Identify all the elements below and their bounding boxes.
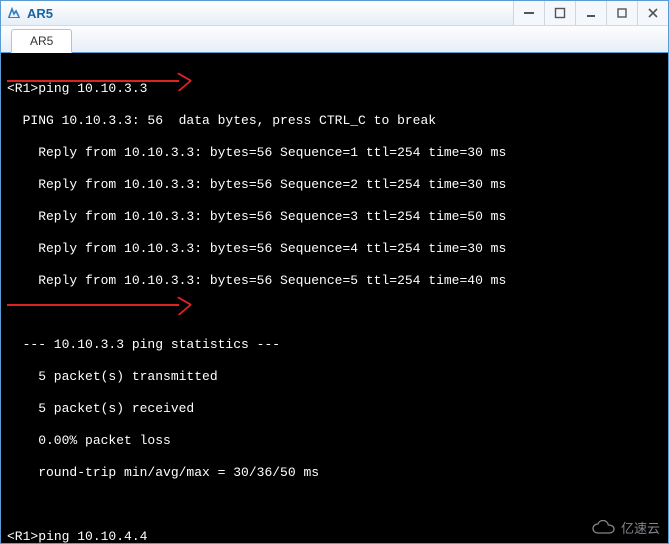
ping-reply: Reply from 10.10.3.3: bytes=56 Sequence=… bbox=[7, 241, 662, 257]
stats-line: 5 packet(s) received bbox=[7, 401, 662, 417]
terminal[interactable]: <R1>ping 10.10.3.3 PING 10.10.3.3: 56 da… bbox=[1, 53, 668, 543]
annotation-underline-2 bbox=[7, 304, 179, 306]
minimize-button[interactable] bbox=[575, 1, 606, 25]
tab-ar5[interactable]: AR5 bbox=[11, 29, 72, 53]
cmd-line: <R1>ping 10.10.3.3 bbox=[7, 81, 662, 97]
ping-reply: Reply from 10.10.3.3: bytes=56 Sequence=… bbox=[7, 177, 662, 193]
ping-reply: Reply from 10.10.3.3: bytes=56 Sequence=… bbox=[7, 145, 662, 161]
stats-line: 5 packet(s) transmitted bbox=[7, 369, 662, 385]
tab-label: AR5 bbox=[30, 34, 53, 48]
stats-header: --- 10.10.3.3 ping statistics --- bbox=[7, 337, 662, 353]
toolbar-button-2[interactable] bbox=[544, 1, 575, 25]
maximize-button[interactable] bbox=[606, 1, 637, 25]
app-window: AR5 AR5 <R1>ping 10.10.3.3 PING 10.10.3.… bbox=[0, 0, 669, 544]
ping-reply: Reply from 10.10.3.3: bytes=56 Sequence=… bbox=[7, 209, 662, 225]
tabstrip: AR5 bbox=[1, 26, 668, 53]
cmd-line: <R1>ping 10.10.4.4 bbox=[7, 529, 662, 543]
window-controls bbox=[513, 1, 668, 25]
watermark-text: 亿速云 bbox=[621, 518, 660, 537]
stats-line: 0.00% packet loss bbox=[7, 433, 662, 449]
window-title: AR5 bbox=[27, 6, 53, 21]
toolbar-button-1[interactable] bbox=[513, 1, 544, 25]
app-icon bbox=[7, 6, 21, 20]
watermark: 亿速云 bbox=[591, 518, 660, 537]
ping-header: PING 10.10.3.3: 56 data bytes, press CTR… bbox=[7, 113, 662, 129]
blank-line bbox=[7, 305, 662, 321]
annotation-underline-1 bbox=[7, 80, 179, 82]
blank-line bbox=[7, 497, 662, 513]
titlebar: AR5 bbox=[1, 1, 668, 26]
close-button[interactable] bbox=[637, 1, 668, 25]
ping-reply: Reply from 10.10.3.3: bytes=56 Sequence=… bbox=[7, 273, 662, 289]
cloud-icon bbox=[591, 520, 617, 536]
stats-line: round-trip min/avg/max = 30/36/50 ms bbox=[7, 465, 662, 481]
